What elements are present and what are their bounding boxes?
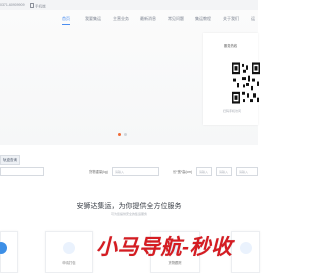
nav-item-business[interactable]: 主营业务 [113, 14, 129, 24]
service-card-track[interactable]: 货物跟踪 [150, 231, 200, 273]
service-card-1[interactable] [0, 231, 18, 273]
services-subtitle: 可为您提供安全的集运服务 [110, 212, 147, 216]
top-bar: 0371-60909909 手机端 [0, 0, 258, 10]
nav-item-faq[interactable]: 常见问题 [168, 14, 184, 24]
nav-item-about[interactable]: 关于我们 [223, 14, 239, 24]
box-icon [63, 242, 75, 254]
height-input[interactable]: 请输入 [236, 167, 258, 176]
mobile-link[interactable]: 手机端 [30, 3, 46, 10]
weight-input[interactable]: 请输入 [112, 167, 159, 176]
nav-item-home[interactable]: 首页 [62, 14, 70, 25]
carousel-dot-1[interactable] [118, 133, 121, 136]
truck-icon [169, 242, 181, 254]
mobile-label: 手机端 [35, 4, 46, 9]
service-card-4[interactable] [231, 231, 260, 273]
tracking-number-input[interactable] [0, 167, 44, 176]
qr-title: 服务热线 [223, 44, 238, 48]
qr-code-icon [231, 61, 261, 105]
services-title: 安狮达集运，为你提供全方位服务 [76, 203, 182, 210]
width-input[interactable]: 请输入 [216, 167, 232, 176]
query-form: 货物重量(kg) 请输入 长*宽*高(cm) 请输入 请输入 请输入 [0, 167, 258, 179]
check-icon [240, 242, 252, 254]
nav-item-more[interactable]: 运 [251, 14, 255, 24]
size-label: 长*宽*高(cm) [173, 170, 193, 174]
qr-tip: 扫码手机访问 [222, 109, 241, 113]
qr-panel: 服务热线 扫码手机访问 [203, 33, 261, 125]
service-label-pack: 申请打包 [62, 261, 76, 265]
service-icon [0, 242, 7, 254]
mobile-phone-icon [30, 3, 34, 8]
nav-item-tutorial[interactable]: 集运教程 [195, 14, 211, 24]
service-label-track: 货物跟踪 [168, 261, 182, 265]
tab-tracking-query[interactable]: 轨迹查询 [0, 155, 20, 165]
carousel-dot-2[interactable] [124, 133, 127, 136]
nav-item-news[interactable]: 最新消息 [140, 14, 156, 24]
hotline-number: 0371-60909909 [0, 3, 25, 7]
length-input[interactable]: 请输入 [196, 167, 212, 176]
service-card-pack[interactable]: 申请打包 [45, 231, 93, 273]
nav-item-ship[interactable]: 我要集运 [85, 14, 101, 24]
weight-label: 货物重量(kg) [89, 170, 108, 174]
